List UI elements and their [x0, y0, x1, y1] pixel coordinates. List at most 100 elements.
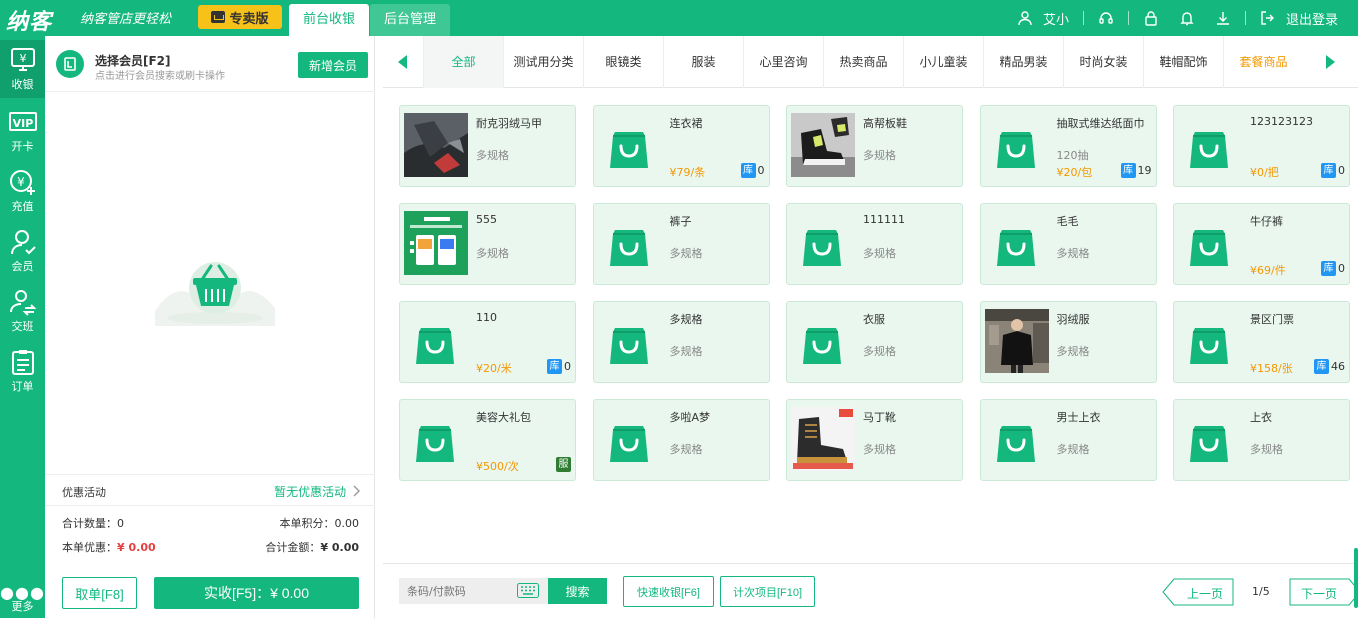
product-name: 男士上衣: [1057, 409, 1101, 425]
category-tab[interactable]: 套餐商品: [1223, 36, 1303, 88]
logo: 纳客: [6, 4, 52, 36]
tab-front-cashier[interactable]: 前台收银: [289, 4, 369, 36]
logout-icon[interactable]: [1260, 10, 1276, 26]
product-name: 衣服: [863, 311, 885, 327]
product-spec: 多规格: [476, 245, 509, 261]
category-prev-button[interactable]: [383, 36, 423, 88]
promo-row[interactable]: 优惠活动 暂无优惠活动: [45, 474, 375, 506]
nav-item-recharge[interactable]: ¥ 充值: [0, 162, 45, 220]
product-name: 马丁靴: [863, 409, 896, 425]
headset-icon[interactable]: [1098, 10, 1114, 26]
category-tab[interactable]: 精品男装: [983, 36, 1063, 88]
count-items-button[interactable]: 计次项目[F10]: [720, 576, 815, 607]
shop-icon: [211, 11, 225, 23]
shopping-bag-icon: [606, 124, 652, 170]
product-name: 抽取式维达纸面巾: [1057, 115, 1145, 131]
summary-row-1: 合计数量：0 本单积分：0.00: [45, 513, 375, 533]
product-card[interactable]: 牛仔裤¥69/件库0: [1173, 203, 1350, 285]
stock-count: 0: [564, 360, 571, 373]
stock-badge: 服: [556, 457, 571, 472]
download-icon[interactable]: [1215, 10, 1231, 26]
logout-button[interactable]: 退出登录: [1286, 9, 1338, 28]
promo-label: 优惠活动: [62, 484, 106, 500]
category-tab[interactable]: 热卖商品: [823, 36, 903, 88]
product-card[interactable]: 景区门票¥158/张库46: [1173, 301, 1350, 383]
member-icon: [9, 228, 37, 256]
product-card[interactable]: 羽绒服多规格: [980, 301, 1157, 383]
product-card[interactable]: 123123123¥0/把库0: [1173, 105, 1350, 187]
prev-page-button[interactable]: [1162, 578, 1234, 606]
product-name: 555: [476, 213, 497, 226]
order-icon: [9, 348, 37, 376]
product-name: 高帮板鞋: [863, 115, 907, 131]
product-card[interactable]: 耐克羽绒马甲多规格: [399, 105, 576, 187]
category-tab[interactable]: 心里咨询: [743, 36, 823, 88]
category-tab[interactable]: 眼镜类: [583, 36, 663, 88]
nav-more[interactable]: ●●● 更多: [0, 588, 45, 614]
product-card[interactable]: 上衣多规格: [1173, 399, 1350, 481]
product-card[interactable]: 美容大礼包¥500/次服: [399, 399, 576, 481]
stock-count: 0: [758, 164, 765, 177]
product-name: 羽绒服: [1057, 311, 1090, 327]
total-qty-label: 合计数量：: [62, 517, 117, 530]
next-page-button[interactable]: [1289, 578, 1358, 606]
nav-label: 充值: [12, 200, 34, 213]
tab-back-admin[interactable]: 后台管理: [370, 4, 450, 36]
product-spec: 多规格: [670, 343, 703, 359]
bell-icon[interactable]: [1179, 10, 1195, 26]
user-name[interactable]: 艾小: [1043, 9, 1069, 28]
add-member-button[interactable]: 新增会员: [298, 52, 368, 78]
nav-item-order[interactable]: 订单: [0, 342, 45, 400]
product-spec: 多规格: [863, 147, 896, 163]
scrollbar[interactable]: [1354, 548, 1358, 608]
lock-icon[interactable]: [1143, 10, 1159, 26]
search-button[interactable]: 搜索: [548, 578, 607, 604]
product-card[interactable]: 555 多规格: [399, 203, 576, 285]
stock-count: 0: [1338, 262, 1345, 275]
product-name: 110: [476, 311, 497, 324]
nav-item-member[interactable]: 会员: [0, 222, 45, 280]
promo-value[interactable]: 暂无优惠活动: [274, 483, 361, 500]
arrow-right-icon: [1325, 55, 1335, 69]
product-card[interactable]: 多啦A梦多规格: [593, 399, 770, 481]
pay-button[interactable]: 实收[F5]：¥ 0.00: [154, 577, 359, 609]
category-next-button[interactable]: [1310, 36, 1350, 88]
nav-item-vip-card[interactable]: VIP 开卡: [0, 102, 45, 160]
product-stock: 库0: [1321, 163, 1345, 178]
product-spec: 多规格: [863, 441, 896, 457]
product-card[interactable]: 110¥20/米库0: [399, 301, 576, 383]
product-spec: 多规格: [863, 343, 896, 359]
nav-item-cashier[interactable]: ¥ 收银: [0, 40, 45, 98]
product-card[interactable]: 抽取式维达纸面巾120抽¥20/包库19: [980, 105, 1157, 187]
shopping-bag-icon: [1186, 222, 1232, 268]
category-tab[interactable]: 测试用分类: [503, 36, 583, 88]
category-tab[interactable]: 时尚女装: [1063, 36, 1143, 88]
product-card[interactable]: 裤子多规格: [593, 203, 770, 285]
retrieve-order-button[interactable]: 取单[F8]: [62, 577, 137, 609]
product-card[interactable]: 衣服多规格: [786, 301, 963, 383]
category-tab[interactable]: 全部: [423, 36, 503, 88]
user-icon[interactable]: [1017, 10, 1033, 26]
product-card[interactable]: 111111多规格: [786, 203, 963, 285]
product-spec: 120抽: [1057, 147, 1089, 163]
category-tab[interactable]: 鞋帽配饰: [1143, 36, 1223, 88]
nav-item-shift[interactable]: 交班: [0, 282, 45, 340]
product-card[interactable]: 连衣裙¥79/条库0: [593, 105, 770, 187]
category-tab[interactable]: 小儿童装: [903, 36, 983, 88]
product-spec: 多规格: [1057, 245, 1090, 261]
shopping-bag-icon: [1186, 418, 1232, 464]
product-card[interactable]: 毛毛多规格: [980, 203, 1157, 285]
separator: [1083, 11, 1084, 25]
quick-cash-button[interactable]: 快速收银[F6]: [623, 576, 714, 607]
member-selector[interactable]: 选择会员[F2] 点击进行会员搜索或刷卡操作 新增会员: [45, 36, 375, 92]
keyboard-icon[interactable]: [517, 583, 539, 598]
shopping-bag-icon: [606, 418, 652, 464]
vip-card-icon: VIP: [9, 108, 37, 136]
product-name: 111111: [863, 213, 905, 226]
product-card[interactable]: 男士上衣多规格: [980, 399, 1157, 481]
category-tab[interactable]: 服装: [663, 36, 743, 88]
product-card[interactable]: 马丁靴多规格: [786, 399, 963, 481]
product-card[interactable]: 高帮板鞋多规格: [786, 105, 963, 187]
total-qty: 合计数量：0: [62, 515, 124, 531]
product-card[interactable]: 多规格多规格: [593, 301, 770, 383]
